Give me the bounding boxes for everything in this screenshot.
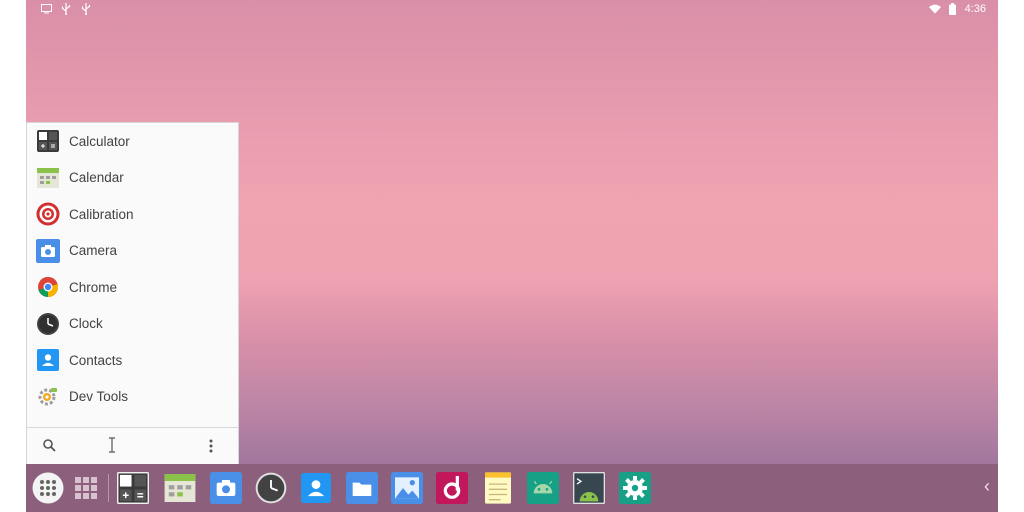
taskbar-clock[interactable] [254, 471, 288, 505]
camera-icon [36, 238, 60, 263]
notes-icon [485, 472, 511, 504]
files-icon [346, 472, 378, 504]
left-margin [0, 0, 26, 512]
calculator-icon [117, 472, 149, 504]
calculator-icon [36, 129, 60, 153]
contacts-icon [36, 348, 60, 372]
app-label: Camera [69, 243, 118, 259]
status-bar: 4:36 [26, 0, 998, 20]
grid-icon [75, 477, 97, 499]
app-item-clock[interactable]: Clock [27, 306, 238, 343]
app-drawer-icon [32, 472, 64, 504]
music-icon [436, 472, 468, 504]
wifi-icon [928, 3, 941, 15]
app-label: Calculator [69, 133, 130, 149]
right-margin [998, 0, 1024, 512]
desktop: 4:36 Calculator Calendar Calibration Cam… [26, 0, 998, 512]
app-list[interactable]: Calculator Calendar Calibration Camera C… [27, 123, 238, 427]
taskbar-calendar[interactable] [163, 471, 197, 505]
taskbar-music[interactable] [435, 471, 469, 505]
app-label: Calendar [69, 170, 124, 186]
android-app-icon [527, 472, 559, 504]
calibration-icon [36, 202, 60, 226]
recent-apps-button[interactable] [69, 471, 103, 505]
app-label: Contacts [69, 352, 123, 368]
app-item-calibration[interactable]: Calibration [27, 196, 238, 233]
status-time: 4:36 [964, 3, 986, 15]
app-item-chrome[interactable]: Chrome [27, 269, 238, 306]
app-drawer-button[interactable] [31, 471, 65, 505]
app-label: Clock [69, 316, 103, 332]
search-icon[interactable] [43, 439, 56, 457]
app-item-camera[interactable]: Camera [27, 233, 238, 270]
clock-icon [255, 472, 287, 504]
camera-icon [210, 472, 242, 504]
taskbar-gallery[interactable] [390, 471, 424, 505]
app-item-contacts[interactable]: Contacts [27, 342, 238, 379]
dev-tools-icon [36, 385, 60, 409]
text-cursor-icon [108, 437, 116, 458]
contacts-icon [301, 473, 331, 503]
taskbar-camera[interactable] [209, 471, 243, 505]
clock-icon [36, 312, 60, 336]
app-item-calculator[interactable]: Calculator [27, 123, 238, 160]
gallery-icon [391, 472, 423, 504]
taskbar-notes[interactable] [481, 471, 515, 505]
app-launcher: Calculator Calendar Calibration Camera C… [26, 122, 239, 464]
taskbar-settings[interactable] [618, 471, 652, 505]
battery-icon [947, 3, 959, 15]
calendar-icon [164, 474, 196, 502]
settings-icon [619, 472, 651, 504]
usb-icon [80, 3, 92, 15]
taskbar-divider [108, 474, 109, 502]
chrome-icon [36, 275, 60, 299]
app-label: Chrome [69, 279, 118, 295]
screen-icon [40, 3, 52, 15]
app-item-calendar[interactable]: Calendar [27, 160, 238, 197]
chevron-left-icon[interactable]: ‹ [984, 476, 990, 497]
app-label: Calibration [69, 206, 134, 222]
taskbar-files[interactable] [345, 471, 379, 505]
app-label: Dev Tools [69, 389, 129, 405]
app-item-dev-tools[interactable]: Dev Tools [27, 379, 238, 416]
calendar-icon [36, 166, 60, 190]
taskbar-android-app[interactable] [526, 471, 560, 505]
taskbar-calculator[interactable] [116, 471, 150, 505]
taskbar-terminal[interactable] [572, 471, 606, 505]
app-item-partial[interactable] [27, 415, 238, 427]
terminal-icon [573, 472, 605, 504]
launcher-search-bar[interactable] [27, 427, 238, 464]
usb-icon [60, 3, 72, 15]
taskbar: ‹ [26, 464, 998, 512]
more-vert-icon[interactable] [209, 439, 213, 458]
taskbar-contacts[interactable] [299, 471, 333, 505]
